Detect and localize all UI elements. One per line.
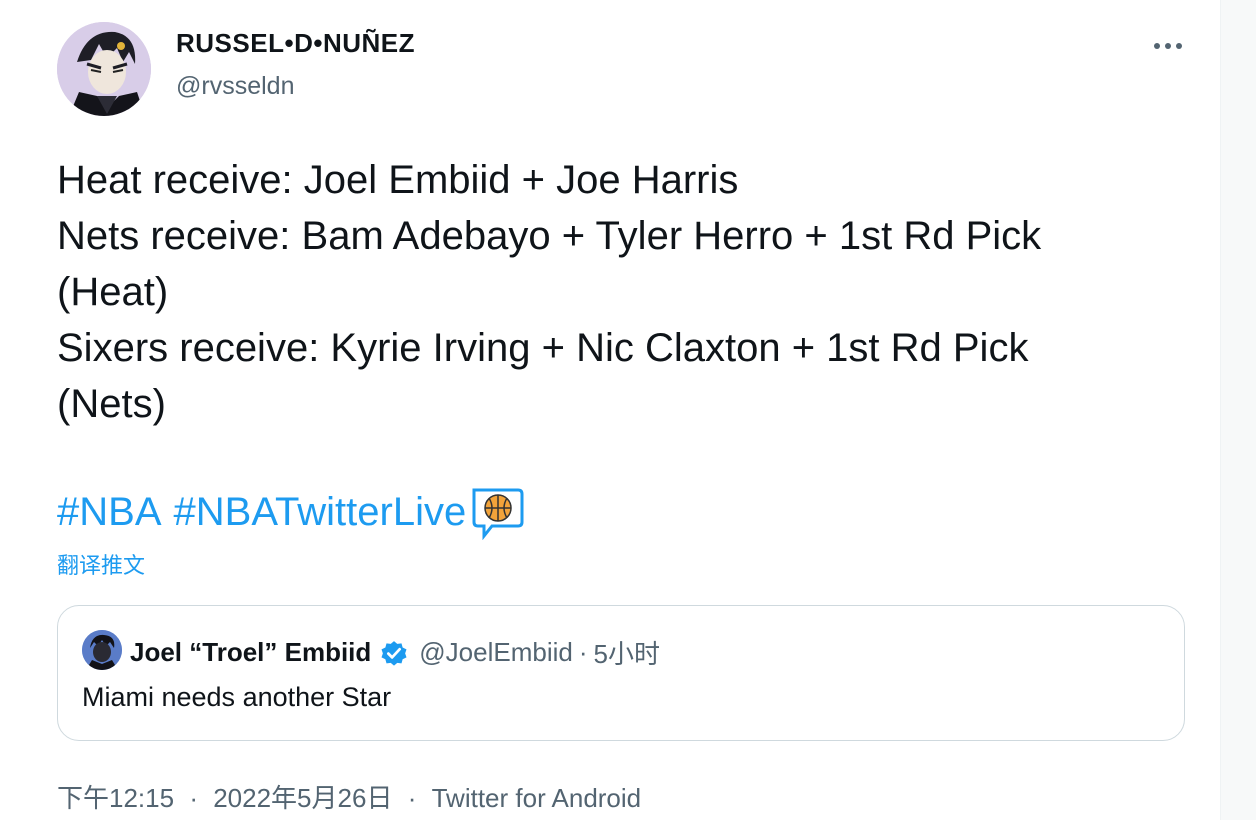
avatar-illustration <box>57 22 151 116</box>
translate-tweet-link[interactable]: 翻译推文 <box>57 548 145 580</box>
more-horizontal-icon <box>1154 43 1182 49</box>
quoted-tweet-header: Joel “Troel” Embiid @JoelEmbiid · 5小时 <box>130 634 660 671</box>
quoted-author-avatar[interactable] <box>82 630 122 670</box>
tweet-date-link[interactable]: 2022年5月26日 <box>213 783 392 813</box>
avatar-illustration <box>82 630 122 670</box>
tweet-line: Sixers receive: Kyrie Irving + Nic Claxt… <box>57 326 1029 370</box>
tweet-metadata: 下午12:15 · 2022年5月26日 · Twitter for Andro… <box>57 778 641 815</box>
tweet-card: RUSSEL•D•NUÑEZ @rvsseldn Heat receive: J… <box>0 0 1220 820</box>
author-handle[interactable]: @rvsseldn <box>176 72 294 101</box>
more-options-button[interactable] <box>1146 28 1190 64</box>
basketball-speech-icon <box>472 488 524 540</box>
hashtag-link[interactable]: #NBA <box>57 484 162 540</box>
separator-dot: · <box>407 783 417 813</box>
tweet-line: (Nets) <box>57 382 166 426</box>
quoted-author-handle[interactable]: @JoelEmbiid <box>419 637 573 668</box>
quoted-author-name[interactable]: Joel “Troel” Embiid <box>130 637 371 668</box>
separator-dot: · <box>578 637 588 667</box>
quoted-tweet-time[interactable]: 5小时 <box>594 634 660 671</box>
author-avatar[interactable] <box>57 22 151 116</box>
tweet-line: Nets receive: Bam Adebayo + Tyler Herro … <box>57 214 1042 258</box>
tweet-line: (Heat) <box>57 270 169 314</box>
quoted-tweet-text: Miami needs another Star <box>82 682 392 712</box>
separator-dot: · <box>189 783 198 813</box>
quoted-tweet[interactable]: Joel “Troel” Embiid @JoelEmbiid · 5小时 Mi… <box>57 605 1185 741</box>
page-background <box>1220 0 1256 820</box>
author-name[interactable]: RUSSEL•D•NUÑEZ <box>176 28 415 59</box>
hashtags: #NBA #NBATwitterLive <box>57 484 524 540</box>
verified-badge-icon <box>381 640 407 666</box>
tweet-source-link[interactable]: Twitter for Android <box>432 783 642 813</box>
tweet-text: Heat receive: Joel Embiid + Joe Harris N… <box>57 152 1197 432</box>
hashtag-link[interactable]: #NBATwitterLive <box>174 484 467 540</box>
tweet-time-link[interactable]: 下午12:15 <box>57 783 174 813</box>
tweet-line: Heat receive: Joel Embiid + Joe Harris <box>57 158 739 202</box>
